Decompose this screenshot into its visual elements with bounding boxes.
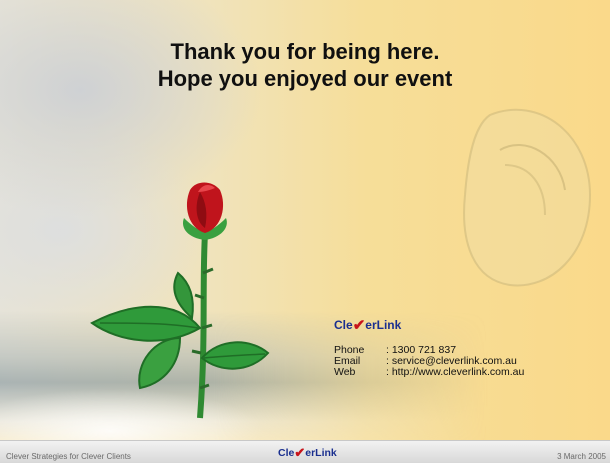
checkmark-icon: ✔ [352,316,366,334]
footer-tagline: Clever Strategies for Clever Clients [6,452,131,461]
mouse-image [463,108,592,287]
footer-checkmark-icon: ✔ [294,445,306,460]
rose-image [90,182,270,419]
logo-text-1: Cle [334,318,353,332]
footer-logo-text-2: erLink [305,447,337,459]
footer-logo: Cle ✔ erLink [278,445,337,461]
footer-date: 3 March 2005 [557,452,606,461]
slide-title: Thank you for being here. Hope you enjoy… [0,38,610,92]
contact-block: Cle ✔ erLink Phone : 1300 721 837 Email : … [334,316,524,378]
web-row: Web : http://www.cleverlink.com.au [334,367,524,378]
logo-text-2: erLink [365,318,402,332]
web-value: : http://www.cleverlink.com.au [386,366,525,378]
cleverlink-logo: Cle ✔ erLink [334,316,524,334]
footer-bar: Clever Strategies for Clever Clients Cle… [0,440,610,463]
web-label: Web [334,366,356,378]
slide: Thank you for being here. Hope you enjoy… [0,0,610,463]
title-line-2: Hope you enjoyed our event [157,66,453,91]
title-line-1: Thank you for being here. [170,39,440,64]
footer-logo-text-1: Cle [278,447,295,459]
